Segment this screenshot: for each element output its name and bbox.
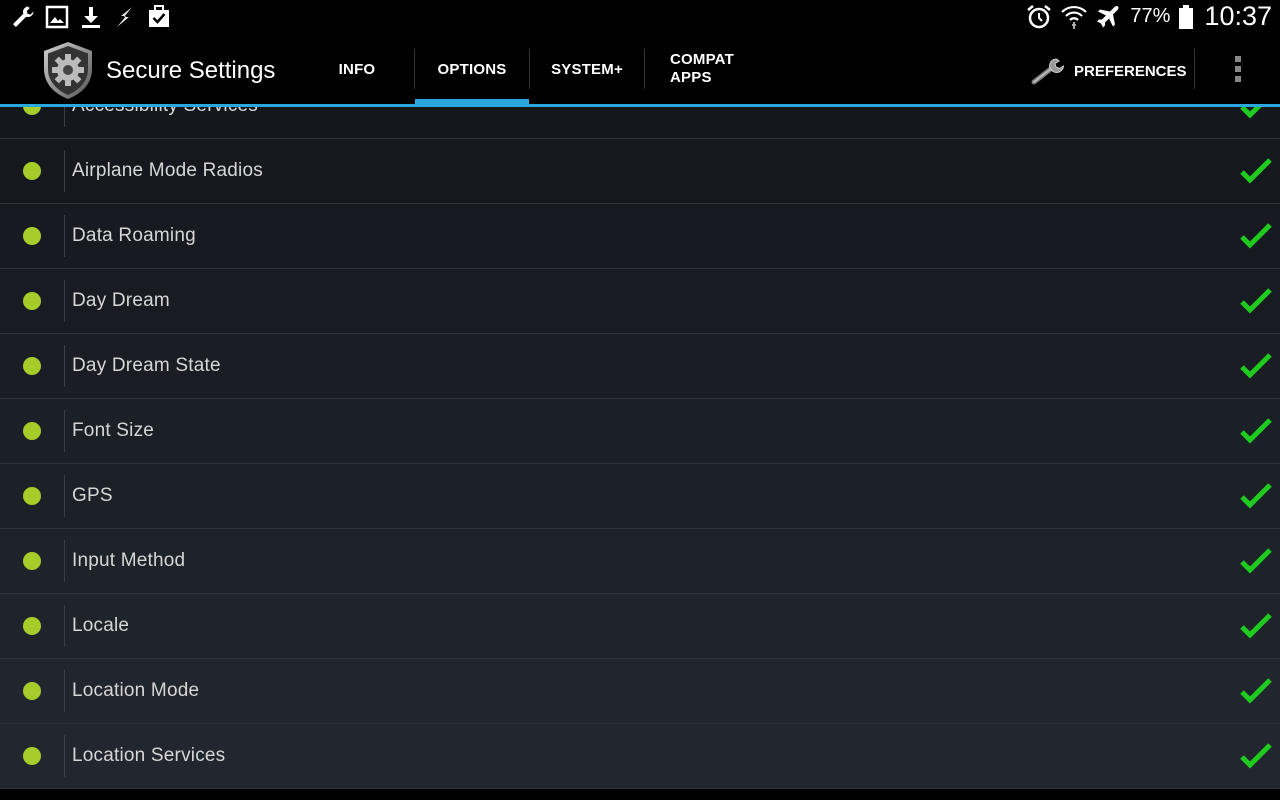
list-item[interactable]: Data Roaming xyxy=(0,204,1280,269)
list-item-label: Day Dream State xyxy=(72,355,221,376)
status-dot-icon xyxy=(23,552,41,570)
status-dot-icon xyxy=(23,162,41,180)
checkmark-icon xyxy=(1240,158,1272,184)
status-dot-icon xyxy=(23,292,41,310)
wrench-icon xyxy=(1031,58,1065,85)
row-divider xyxy=(64,215,65,257)
row-divider xyxy=(64,345,65,387)
status-bar: 77% 10:37 xyxy=(0,0,1280,33)
tab-system[interactable]: SYSTEM+ xyxy=(530,33,644,105)
notification-icons xyxy=(10,3,172,31)
status-dot-icon xyxy=(23,487,41,505)
list-item-label: Data Roaming xyxy=(72,225,196,246)
clock: 10:37 xyxy=(1204,1,1272,31)
system-icons: 77% 10:37 xyxy=(1026,0,1272,33)
checkmark-icon xyxy=(1240,483,1272,509)
list-item[interactable]: Input Method xyxy=(0,529,1280,594)
settings-list-inner: Accessibility Services Airplane Mode Radi… xyxy=(0,107,1280,789)
list-item-label: Locale xyxy=(72,615,130,636)
status-dot-icon xyxy=(23,357,41,375)
status-dot-icon xyxy=(23,682,41,700)
shield-gear-icon[interactable] xyxy=(40,40,96,100)
checkmark-icon xyxy=(1240,678,1272,704)
status-dot-icon xyxy=(23,227,41,245)
list-item[interactable]: Accessibility Services xyxy=(0,107,1280,139)
checkmark-icon xyxy=(1240,107,1262,119)
wrench-icon xyxy=(13,6,34,27)
battery-percent: 77% xyxy=(1130,5,1171,27)
list-item[interactable]: GPS xyxy=(0,464,1280,529)
preferences-label: PREFERENCES xyxy=(1074,62,1187,80)
row-divider xyxy=(64,475,65,517)
row-divider xyxy=(64,540,65,582)
tab-info[interactable]: INFO xyxy=(305,33,409,105)
list-item[interactable]: Font Size xyxy=(0,399,1280,464)
row-divider xyxy=(64,107,65,127)
checkmark-icon xyxy=(1240,223,1272,249)
row-divider xyxy=(64,150,65,192)
tab-compat-apps[interactable]: COMPAT APPS xyxy=(645,33,760,105)
list-item-label: Airplane Mode Radios xyxy=(72,160,263,181)
image-icon xyxy=(45,5,69,29)
list-item-label: Input Method xyxy=(72,550,186,571)
checkmark-icon xyxy=(1240,548,1272,574)
checkmark-icon xyxy=(1240,613,1272,639)
checkmark-icon xyxy=(1240,418,1272,444)
checkmark-icon xyxy=(1240,353,1272,379)
list-item-label: GPS xyxy=(72,485,113,506)
airplane-icon xyxy=(1097,5,1119,27)
row-divider xyxy=(64,280,65,322)
clipboard-check-icon xyxy=(149,5,169,27)
alarm-icon xyxy=(1027,4,1052,28)
settings-list[interactable]: Accessibility Services Airplane Mode Radi… xyxy=(0,107,1280,800)
list-item[interactable]: Day Dream State xyxy=(0,334,1280,399)
action-divider xyxy=(1194,49,1195,89)
download-icon xyxy=(82,7,100,28)
list-item-label: Location Mode xyxy=(72,680,200,701)
list-item[interactable]: Airplane Mode Radios xyxy=(0,139,1280,204)
status-dot-icon xyxy=(23,107,41,115)
checkmark-icon xyxy=(1240,288,1272,314)
list-item-label: Day Dream xyxy=(72,290,170,311)
preferences-button[interactable]: PREFERENCES xyxy=(1030,55,1187,87)
tab-options[interactable]: OPTIONS xyxy=(415,33,529,105)
status-dot-icon xyxy=(23,617,41,635)
list-item[interactable]: Location Mode xyxy=(0,659,1280,724)
list-item-label: Accessibility Services xyxy=(72,107,258,117)
checkmark-icon xyxy=(1240,743,1272,769)
lightning-icon xyxy=(117,7,132,27)
row-divider xyxy=(64,670,65,712)
row-divider xyxy=(64,410,65,452)
battery-icon xyxy=(1179,4,1194,29)
list-item[interactable]: Location Services xyxy=(0,724,1280,789)
list-item[interactable]: Locale xyxy=(0,594,1280,659)
wifi-icon xyxy=(1061,5,1088,29)
list-item[interactable]: Day Dream xyxy=(0,269,1280,334)
status-dot-icon xyxy=(23,747,41,765)
status-dot-icon xyxy=(23,422,41,440)
list-item-label: Font Size xyxy=(72,420,155,441)
row-divider xyxy=(64,735,65,777)
list-item-label: Location Services xyxy=(72,745,226,766)
app-title: Secure Settings xyxy=(106,57,276,84)
overflow-menu-icon[interactable] xyxy=(1226,52,1250,88)
row-divider xyxy=(64,605,65,647)
